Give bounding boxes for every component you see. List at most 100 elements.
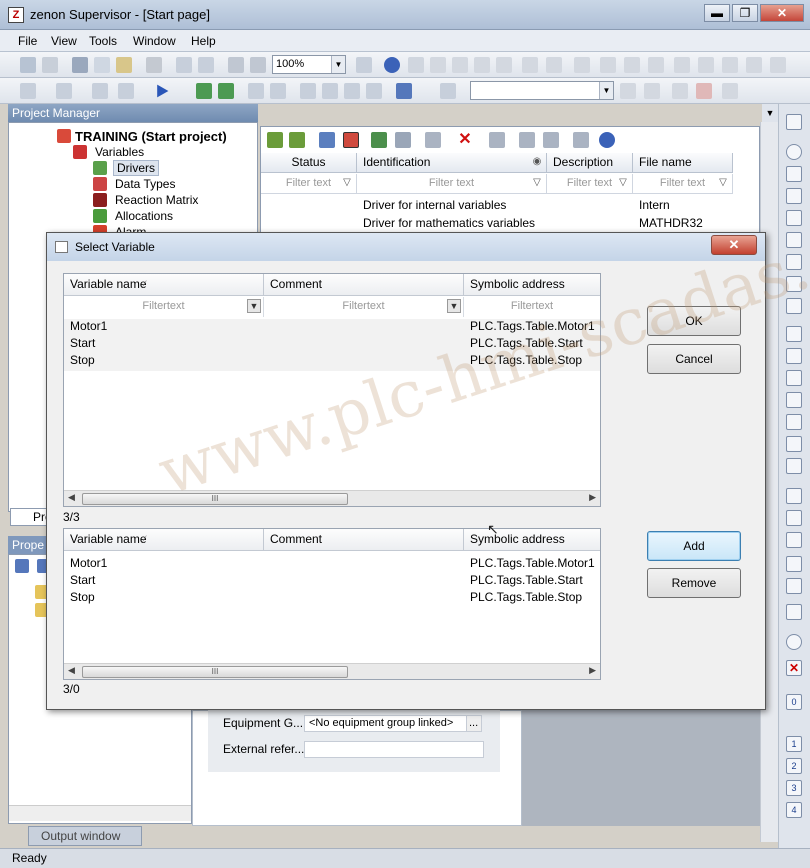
remove-button[interactable]: Remove (647, 568, 741, 598)
col-symbolic-address[interactable]: Symbolic address (464, 274, 600, 296)
same-height-icon[interactable] (674, 57, 690, 73)
new-icon[interactable] (20, 83, 36, 99)
available-row-1-address[interactable]: PLC.Tags.Table.Motor1 (470, 319, 595, 333)
layer-4-icon[interactable]: 4 (786, 802, 802, 818)
scroll-thumb[interactable]: III (82, 493, 348, 505)
col-description[interactable]: Description (547, 153, 633, 173)
filter-variable-name[interactable]: Filtertext ▼ (64, 297, 264, 317)
selected-row-3-name[interactable]: Stop (70, 590, 95, 604)
align-left-icon[interactable] (430, 57, 446, 73)
bar-tool-icon[interactable] (786, 414, 802, 430)
filter-comment[interactable]: Filtertext ▼ (264, 297, 464, 317)
funnel-icon[interactable]: ▽ (717, 177, 729, 189)
polyline-tool-icon[interactable] (786, 232, 802, 248)
col-selected-symbolic-address[interactable]: Symbolic address (464, 529, 600, 551)
cut-icon[interactable] (72, 57, 88, 73)
wrench-icon[interactable] (319, 132, 335, 148)
plug-icon[interactable] (371, 132, 387, 148)
bring-front-icon[interactable] (722, 57, 738, 73)
zoom-icon[interactable] (250, 57, 266, 73)
tab-output-window[interactable]: Output window (28, 826, 142, 846)
hide-icon[interactable]: ✕ (786, 660, 802, 676)
binoculars-icon[interactable]: ◉ (531, 156, 543, 168)
play-icon[interactable] (157, 84, 169, 98)
align-top-icon[interactable] (474, 57, 490, 73)
driver-row-1-file[interactable]: Intern (639, 198, 670, 212)
col-file-name[interactable]: File name (633, 153, 733, 173)
center-v-icon[interactable] (546, 57, 562, 73)
ellipse-tool-icon[interactable] (786, 144, 802, 160)
filter-identification[interactable]: Filter text ▽ (357, 174, 547, 194)
button-tool-icon[interactable] (786, 392, 802, 408)
scroll-left-icon[interactable]: ◀ (68, 492, 75, 503)
panel-dropdown-icon[interactable]: ▼ (762, 104, 778, 122)
driver-variables-icon[interactable] (343, 132, 359, 148)
distribute-icon[interactable] (574, 57, 590, 73)
funnel-icon[interactable]: ▼ (447, 299, 461, 313)
col-selected-comment[interactable]: Comment (264, 529, 464, 551)
help-icon[interactable] (599, 132, 615, 148)
maximize-button[interactable]: ❐ (732, 4, 758, 22)
funnel-icon[interactable]: ▽ (341, 177, 353, 189)
list-tool-icon[interactable] (786, 578, 802, 594)
scroll-thumb[interactable]: III (82, 666, 348, 678)
user-icon[interactable] (440, 83, 456, 99)
edit-icon[interactable] (519, 132, 535, 148)
equipment-group-value[interactable]: <No equipment group linked> (304, 715, 468, 732)
col-selected-variable-name[interactable]: Variable name ⁄ (64, 529, 264, 551)
selected-row-2-name[interactable]: Start (70, 573, 95, 587)
space-v-icon[interactable] (624, 57, 640, 73)
cancel-button[interactable]: Cancel (647, 344, 741, 374)
align-right-icon[interactable] (452, 57, 468, 73)
tree-icon[interactable] (300, 83, 316, 99)
eraser-icon[interactable] (146, 57, 162, 73)
tree-item-drivers[interactable]: Drivers (113, 160, 159, 176)
undo-icon[interactable] (176, 57, 192, 73)
tree-item-project[interactable]: TRAINING (Start project) (75, 129, 227, 144)
activex-tool-icon[interactable] (786, 556, 802, 572)
copy-icon[interactable] (94, 57, 110, 73)
layer-1-icon[interactable]: 1 (786, 736, 802, 752)
import-icon[interactable] (248, 83, 264, 99)
combo-tool-icon[interactable] (786, 326, 802, 342)
available-hscrollbar[interactable]: ◀ III ▶ (64, 490, 600, 506)
close-window-button[interactable]: ✕ (760, 4, 804, 22)
frame-icon[interactable] (722, 83, 738, 99)
tree4-icon[interactable] (366, 83, 382, 99)
properties-icon[interactable] (56, 83, 72, 99)
same-size-icon[interactable] (698, 57, 714, 73)
filter-file-name[interactable]: Filter text ▽ (633, 174, 733, 194)
wpf-tool-icon[interactable] (786, 532, 802, 548)
filter-description[interactable]: Filter text ▽ (547, 174, 633, 194)
check-icon[interactable] (396, 83, 412, 99)
menu-window[interactable]: Window (133, 34, 176, 48)
arc-tool-icon[interactable] (786, 166, 802, 182)
tree-item-variables[interactable]: Variables (95, 145, 144, 159)
col-variable-name[interactable]: Variable name ⁄ (64, 274, 264, 296)
driver-row-2-file[interactable]: MATHDR32 (639, 216, 703, 230)
paste-icon[interactable] (116, 57, 132, 73)
selected-row-1-name[interactable]: Motor1 (70, 556, 107, 570)
driver-config-icon[interactable] (289, 132, 305, 148)
copy-driver-icon[interactable] (425, 132, 441, 148)
print-icon[interactable] (92, 83, 108, 99)
diamond-tool-icon[interactable] (786, 488, 802, 504)
minimize-button[interactable]: ▬ (704, 4, 730, 22)
group-icon[interactable] (770, 57, 786, 73)
menu-tools[interactable]: Tools (89, 34, 117, 48)
selected-row-2-address[interactable]: PLC.Tags.Table.Start (470, 573, 583, 587)
scroll-left-icon[interactable]: ◀ (68, 665, 75, 676)
same-width-icon[interactable] (648, 57, 664, 73)
add-button[interactable]: Add (647, 531, 741, 561)
available-row-2-address[interactable]: PLC.Tags.Table.Start (470, 336, 583, 350)
col-identification[interactable]: Identification ◉ (357, 153, 547, 173)
funnel-icon[interactable]: ▼ (247, 299, 261, 313)
grid-icon[interactable] (356, 57, 372, 73)
zoom-combo[interactable]: 100% ▼ (272, 55, 346, 74)
pointer-icon[interactable] (228, 57, 244, 73)
scroll-right-icon[interactable]: ▶ (589, 492, 596, 503)
chevron-down-icon[interactable]: ▼ (331, 56, 345, 73)
find-icon[interactable] (543, 132, 559, 148)
driver-row-2-identification[interactable]: Driver for mathematics variables (363, 216, 535, 230)
ok-button[interactable]: OK (647, 306, 741, 336)
